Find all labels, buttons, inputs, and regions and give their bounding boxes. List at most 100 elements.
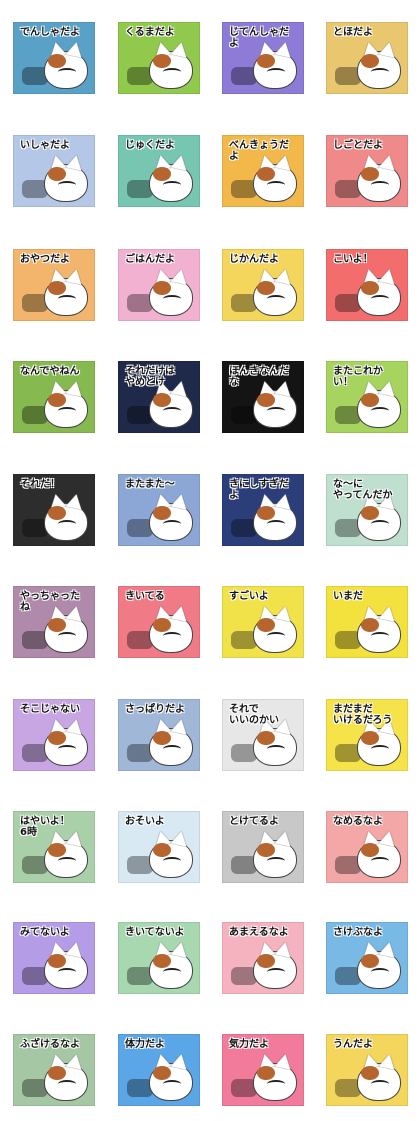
sticker-tile[interactable]: いしゃだよ [13,135,95,207]
sticker-tile[interactable]: それだ！ [13,474,95,546]
cat-eyes [371,181,389,189]
sticker-tile[interactable]: な〜に やってんだか [326,474,408,546]
cat-fur-patch [257,281,275,295]
sticker-tile[interactable]: ごはんだよ [118,249,200,321]
cat-fur-patch [257,618,275,632]
sticker-tile[interactable]: きいてる [118,586,200,658]
cat-fur-patch [257,506,275,520]
cat-character [149,728,193,766]
cat-character [149,1063,193,1101]
sticker-tile[interactable]: さけぶなよ [326,922,408,994]
cat-eyes [163,68,181,76]
cat-fur-patch [361,1066,379,1080]
sticker-tile[interactable]: またまた〜 [118,474,200,546]
sticker-caption: あまえるなよ [229,927,289,938]
sticker-tile[interactable]: じかんだよ [222,249,304,321]
cat-fur-patch [361,843,379,857]
cat-character [253,390,297,428]
cat-eyes [58,968,76,976]
sticker-caption: うんだよ [333,1039,373,1050]
sticker-caption: またこれかい！ [333,366,383,388]
cat-eyes [371,520,389,528]
cat-character [44,615,88,653]
sticker-tile[interactable]: そこじゃない [13,699,95,771]
cat-fur-patch [48,1066,66,1080]
cat-eyes [58,745,76,753]
sticker-tile[interactable]: とけてるよ [222,811,304,883]
sticker-tile[interactable]: いまだ [326,586,408,658]
cat-eyes [58,632,76,640]
sticker-tile[interactable]: きにしすぎだよ [222,474,304,546]
cat-character [357,51,401,89]
cat-eyes [371,857,389,865]
sticker-caption: それだけは やめとけ [125,366,175,388]
cat-character [357,840,401,878]
cat-eyes [163,745,181,753]
sticker-caption: おやつだよ [20,254,70,265]
cat-character [149,278,193,316]
sticker-tile[interactable]: それだけは やめとけ [118,361,200,433]
cat-fur-patch [48,54,66,68]
sticker-tile[interactable]: みてないよ [13,922,95,994]
cat-character [253,951,297,989]
sticker-tile[interactable]: またこれかい！ [326,361,408,433]
sticker-tile[interactable]: あまえるなよ [222,922,304,994]
sticker-tile[interactable]: なんでやねん [13,361,95,433]
sticker-tile[interactable]: やっちゃったね [13,586,95,658]
cat-character [253,503,297,541]
cat-fur-patch [153,54,171,68]
sticker-tile[interactable]: まだまだ いけるだろう [326,699,408,771]
sticker-tile[interactable]: べんきょうだよ [222,135,304,207]
sticker-tile[interactable]: じてんしゃだよ [222,22,304,94]
cat-character [149,164,193,202]
cat-character [253,164,297,202]
sticker-tile[interactable]: おそいよ [118,811,200,883]
cat-fur-patch [361,393,379,407]
cat-eyes [58,407,76,415]
cat-fur-patch [48,167,66,181]
sticker-tile[interactable]: 体力だよ [118,1034,200,1106]
cat-fur-patch [361,618,379,632]
sticker-caption: まだまだ いけるだろう [333,704,393,726]
cat-character [357,1063,401,1101]
cat-fur-patch [48,954,66,968]
sticker-caption: ごはんだよ [125,254,175,265]
sticker-tile[interactable]: しごとだよ [326,135,408,207]
sticker-tile[interactable]: すごいよ [222,586,304,658]
sticker-tile[interactable]: ふざけるなよ [13,1034,95,1106]
sticker-tile[interactable]: はやいよ！ 6時 [13,811,95,883]
cat-fur-patch [361,167,379,181]
cat-eyes [58,68,76,76]
cat-eyes [267,407,285,415]
cat-fur-patch [153,167,171,181]
sticker-tile[interactable]: ほんきなんだな [222,361,304,433]
sticker-tile[interactable]: おやつだよ [13,249,95,321]
sticker-tile[interactable]: くるまだよ [118,22,200,94]
sticker-caption: ふざけるなよ [20,1039,80,1050]
sticker-tile[interactable]: さっぱりだよ [118,699,200,771]
sticker-tile[interactable]: じゅくだよ [118,135,200,207]
cat-eyes [371,407,389,415]
cat-character [44,1063,88,1101]
sticker-tile[interactable]: でんしゃだよ [13,22,95,94]
cat-character [149,51,193,89]
cat-eyes [58,520,76,528]
sticker-tile[interactable]: それで いいのかい [222,699,304,771]
sticker-tile[interactable]: なめるなよ [326,811,408,883]
sticker-caption: それだ！ [20,479,60,490]
sticker-caption: なめるなよ [333,816,383,827]
sticker-caption: それで いいのかい [229,704,279,726]
cat-fur-patch [153,506,171,520]
cat-character [44,840,88,878]
sticker-tile[interactable]: こいよ！ [326,249,408,321]
cat-eyes [163,520,181,528]
sticker-tile[interactable]: 気力だよ [222,1034,304,1106]
sticker-caption: みてないよ [20,927,70,938]
sticker-tile[interactable]: うんだよ [326,1034,408,1106]
cat-fur-patch [257,954,275,968]
sticker-tile[interactable]: きいてないよ [118,922,200,994]
cat-eyes [58,295,76,303]
cat-character [357,615,401,653]
sticker-tile[interactable]: とほだよ [326,22,408,94]
cat-eyes [267,632,285,640]
